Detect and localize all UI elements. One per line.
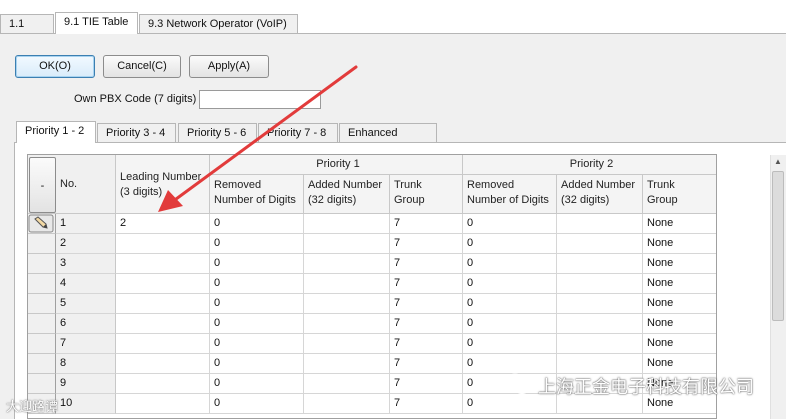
watermark-left: 大迎路谭 xyxy=(6,399,59,414)
annotation-arrow-icon xyxy=(158,65,358,212)
tab-priority-1-2[interactable]: Priority 1 - 2 xyxy=(16,121,96,143)
watermark-right: 上海正金电子科技有限公司 xyxy=(538,377,754,398)
wechat-logo-icon xyxy=(505,373,530,394)
tab-tie-table[interactable]: 9.1 TIE Table xyxy=(55,12,138,34)
